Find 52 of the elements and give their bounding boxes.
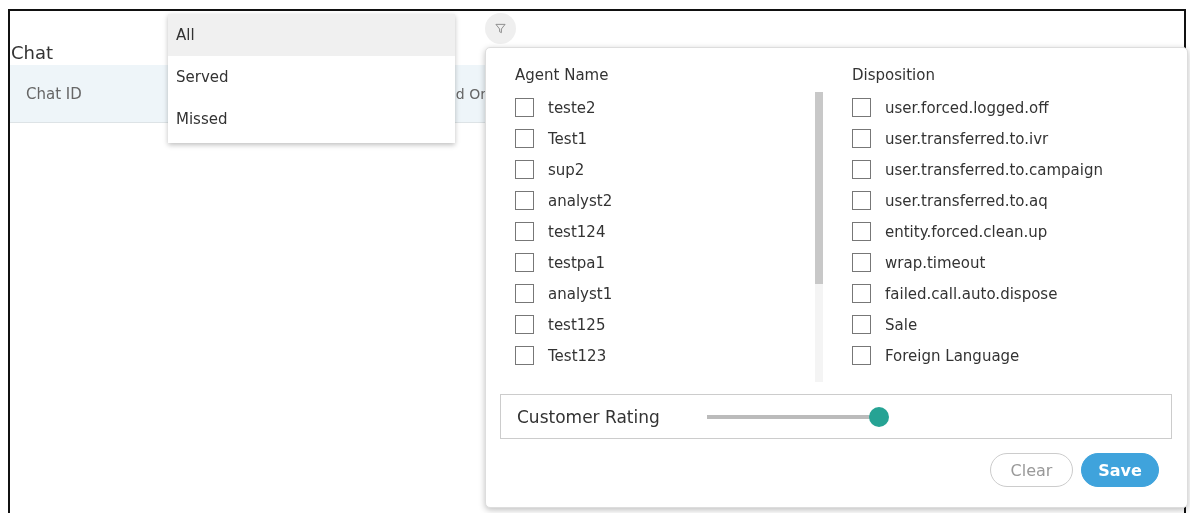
checkbox[interactable] [515,315,534,334]
clear-button[interactable]: Clear [990,453,1073,487]
checkbox[interactable] [515,253,534,272]
checkbox[interactable] [852,98,871,117]
column-header[interactable]: Chat ID [10,84,82,103]
checkbox-label: Test123 [548,346,607,365]
checkbox-label: Foreign Language [885,346,1020,365]
dropdown-option[interactable]: Missed [168,98,455,140]
checkbox[interactable] [515,98,534,117]
checkbox-label: Test1 [548,129,588,148]
checkbox-label: teste2 [548,98,596,117]
checkbox[interactable] [515,346,534,365]
checkbox[interactable] [515,191,534,210]
slider-thumb[interactable] [869,406,889,427]
checkbox[interactable] [515,160,534,179]
scrollbar-thumb[interactable] [815,92,823,284]
column-heading: Agent Name [515,65,610,86]
checkbox-label: testpa1 [548,253,606,272]
checkbox-label: entity.forced.clean.up [885,222,1048,241]
column-heading: Disposition [852,65,936,86]
checkbox[interactable] [852,315,871,334]
checkbox-label: failed.call.auto.dispose [885,284,1058,303]
dropdown-option[interactable]: Served [168,56,455,98]
checkbox-label: sup2 [548,160,585,179]
dropdown-option[interactable]: All [168,14,455,56]
filter-icon [495,23,506,34]
checkbox[interactable] [515,129,534,148]
rating-label: Customer Rating [517,406,661,427]
column-header[interactable]: d Or [455,85,486,102]
checkbox-label: Sale [885,315,918,334]
scrollbar[interactable] [815,92,823,382]
checkbox[interactable] [852,253,871,272]
checkbox[interactable] [852,129,871,148]
checkbox-label: test124 [548,222,606,241]
checkbox[interactable] [852,191,871,210]
checkbox[interactable] [515,222,534,241]
checkbox-label: user.transferred.to.aq [885,191,1048,210]
checkbox[interactable] [852,284,871,303]
checkbox-label: user.transferred.to.ivr [885,129,1049,148]
checkbox-label: analyst1 [548,284,613,303]
checkbox[interactable] [852,222,871,241]
checkbox[interactable] [852,160,871,179]
page-title: Chat [11,41,54,65]
checkbox-label: wrap.timeout [885,253,986,272]
save-button[interactable]: Save [1081,453,1159,487]
checkbox-label: test125 [548,315,606,334]
checkbox-label: analyst2 [548,191,613,210]
filter-button[interactable] [485,13,516,44]
checkbox[interactable] [852,346,871,365]
checkbox-label: user.forced.logged.off [885,98,1049,117]
checkbox-label: user.transferred.to.campaign [885,160,1103,179]
checkbox[interactable] [515,284,534,303]
